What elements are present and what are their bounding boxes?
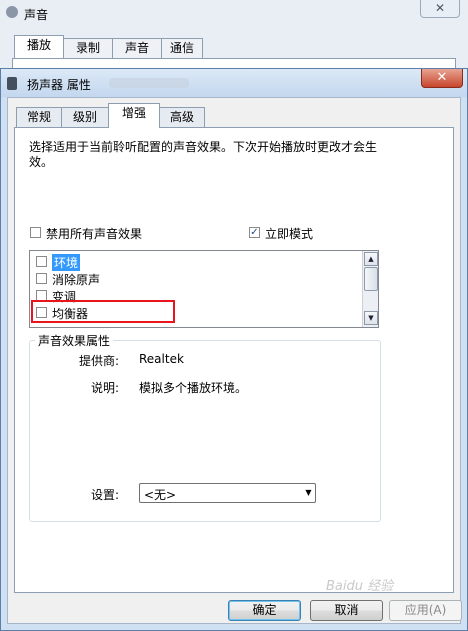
sound-window-close-button[interactable]: ✕ [420,0,460,18]
effect-properties-group-title: 声音效果属性 [35,332,114,349]
effects-list-scrollbar[interactable]: ▲ ▼ [362,251,378,327]
dialog-titlebar[interactable]: 扬声器 属性 ✕ [1,69,467,97]
cancel-button[interactable]: 取消 [310,600,383,621]
tab-communications[interactable]: 通信 [161,38,203,58]
disable-all-effects-checkbox[interactable] [30,227,41,238]
watermark: Baidu 经验 [326,579,394,594]
effect-description-label: 说明: [91,381,120,395]
ok-button[interactable]: 确定 [228,600,301,621]
immediate-mode-label[interactable]: 立即模式 [265,225,313,242]
chevron-down-icon[interactable]: ▼ [302,485,315,501]
speaker-icon [6,6,18,18]
dialog-close-button[interactable]: ✕ [421,69,463,88]
effect-label-voice-cancellation[interactable]: 消除原声 [52,271,100,288]
speaker-icon [7,77,17,90]
enhancements-panel: 选择适用于当前聆听配置的声音效果。下次开始播放时更改才会生效。 禁用所有声音效果… [14,127,454,593]
speaker-properties-dialog: 扬声器 属性 ✕ 常规 级别 增强 高级 选择适用于当前聆听配置的声音效果。下次… [0,68,468,631]
blurred-title-region [109,78,189,88]
provider-value: Realtek [139,352,184,366]
enhancements-description: 选择适用于当前聆听配置的声音效果。下次开始播放时更改才会生效。 [29,140,378,169]
disable-all-effects-label[interactable]: 禁用所有声音效果 [46,225,142,242]
effect-checkbox-environment[interactable] [36,256,47,267]
effect-label-environment[interactable]: 环境 [52,254,81,271]
effect-checkbox-voice-cancellation[interactable] [36,273,47,284]
tab-playback[interactable]: 播放 [14,35,64,59]
settings-dropdown[interactable]: <无> ▼ [139,483,316,503]
scrollbar-thumb[interactable] [364,267,378,291]
sound-window-background: 声音 ✕ 播放 录制 声音 通信 [0,0,468,72]
tab-recording[interactable]: 录制 [63,38,113,58]
effect-description-value: 模拟多个播放环境。 [139,381,248,395]
dialog-body: 常规 级别 增强 高级 选择适用于当前聆听配置的声音效果。下次开始播放时更改才会… [7,97,462,624]
immediate-mode-checkbox[interactable]: ✓ [249,227,260,238]
sound-window-title: 声音 [24,8,49,22]
dialog-title: 扬声器 属性 [27,78,91,92]
equalizer-highlight-box [31,300,175,323]
tab-advanced[interactable]: 高级 [159,107,205,127]
apply-button[interactable]: 应用(A) [389,600,462,621]
scroll-up-button[interactable]: ▲ [364,252,378,266]
settings-label: 设置: [91,488,120,502]
tab-sounds[interactable]: 声音 [112,38,162,58]
tab-levels[interactable]: 级别 [61,107,109,127]
provider-label: 提供商: [79,354,120,368]
settings-dropdown-value: <无> [144,488,177,502]
tab-enhancements[interactable]: 增强 [108,103,160,128]
tab-general[interactable]: 常规 [16,107,62,127]
scroll-down-button[interactable]: ▼ [364,311,378,325]
